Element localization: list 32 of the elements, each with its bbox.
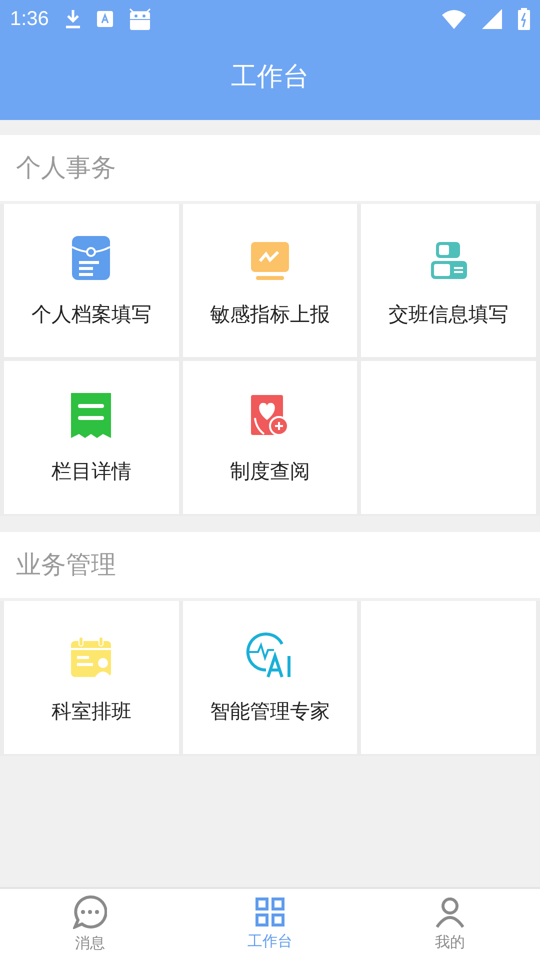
calendar-icon: [70, 636, 112, 678]
monitor-icon: [250, 240, 290, 280]
download-icon: [64, 9, 81, 29]
robot-icon: [128, 8, 151, 30]
tile-label: 个人档案填写: [31, 300, 152, 328]
grid-icon: [255, 896, 285, 927]
chat-icon: [73, 894, 107, 929]
menu-tile[interactable]: 科室排班: [4, 601, 179, 754]
tile-label: 栏目详情: [51, 458, 132, 484]
status-time: 1:36: [10, 7, 49, 32]
keyboard-icon: [96, 11, 113, 27]
tile-label: 科室排班: [51, 698, 132, 724]
menu-tile[interactable]: 敏感指标上报: [182, 204, 358, 357]
person-icon: [434, 896, 466, 928]
menu-tile[interactable]: 交班信息填写: [361, 204, 536, 357]
signal-icon: [482, 9, 502, 29]
tile-label: 制度查阅: [230, 458, 310, 484]
tile-label: 交班信息填写: [388, 300, 509, 328]
section-title: 个人事务: [16, 152, 116, 184]
menu-tile[interactable]: 栏目详情: [4, 361, 179, 514]
section-title: 业务管理: [16, 549, 116, 582]
tile-label: 敏感指标上报: [210, 300, 330, 328]
page-title: 工作台: [231, 60, 309, 94]
folder-icon: [71, 234, 112, 280]
menu-tile[interactable]: 制度查阅: [182, 361, 358, 514]
menu-tile[interactable]: 智能管理专家: [182, 601, 358, 754]
tile-label: 智能管理专家: [210, 698, 330, 724]
wifi-icon: [442, 9, 466, 29]
bookmark-icon: [70, 392, 112, 438]
menu-tile[interactable]: 个人档案填写: [4, 204, 179, 357]
heart-hand-icon: [250, 394, 290, 438]
battery-icon: [518, 8, 530, 30]
